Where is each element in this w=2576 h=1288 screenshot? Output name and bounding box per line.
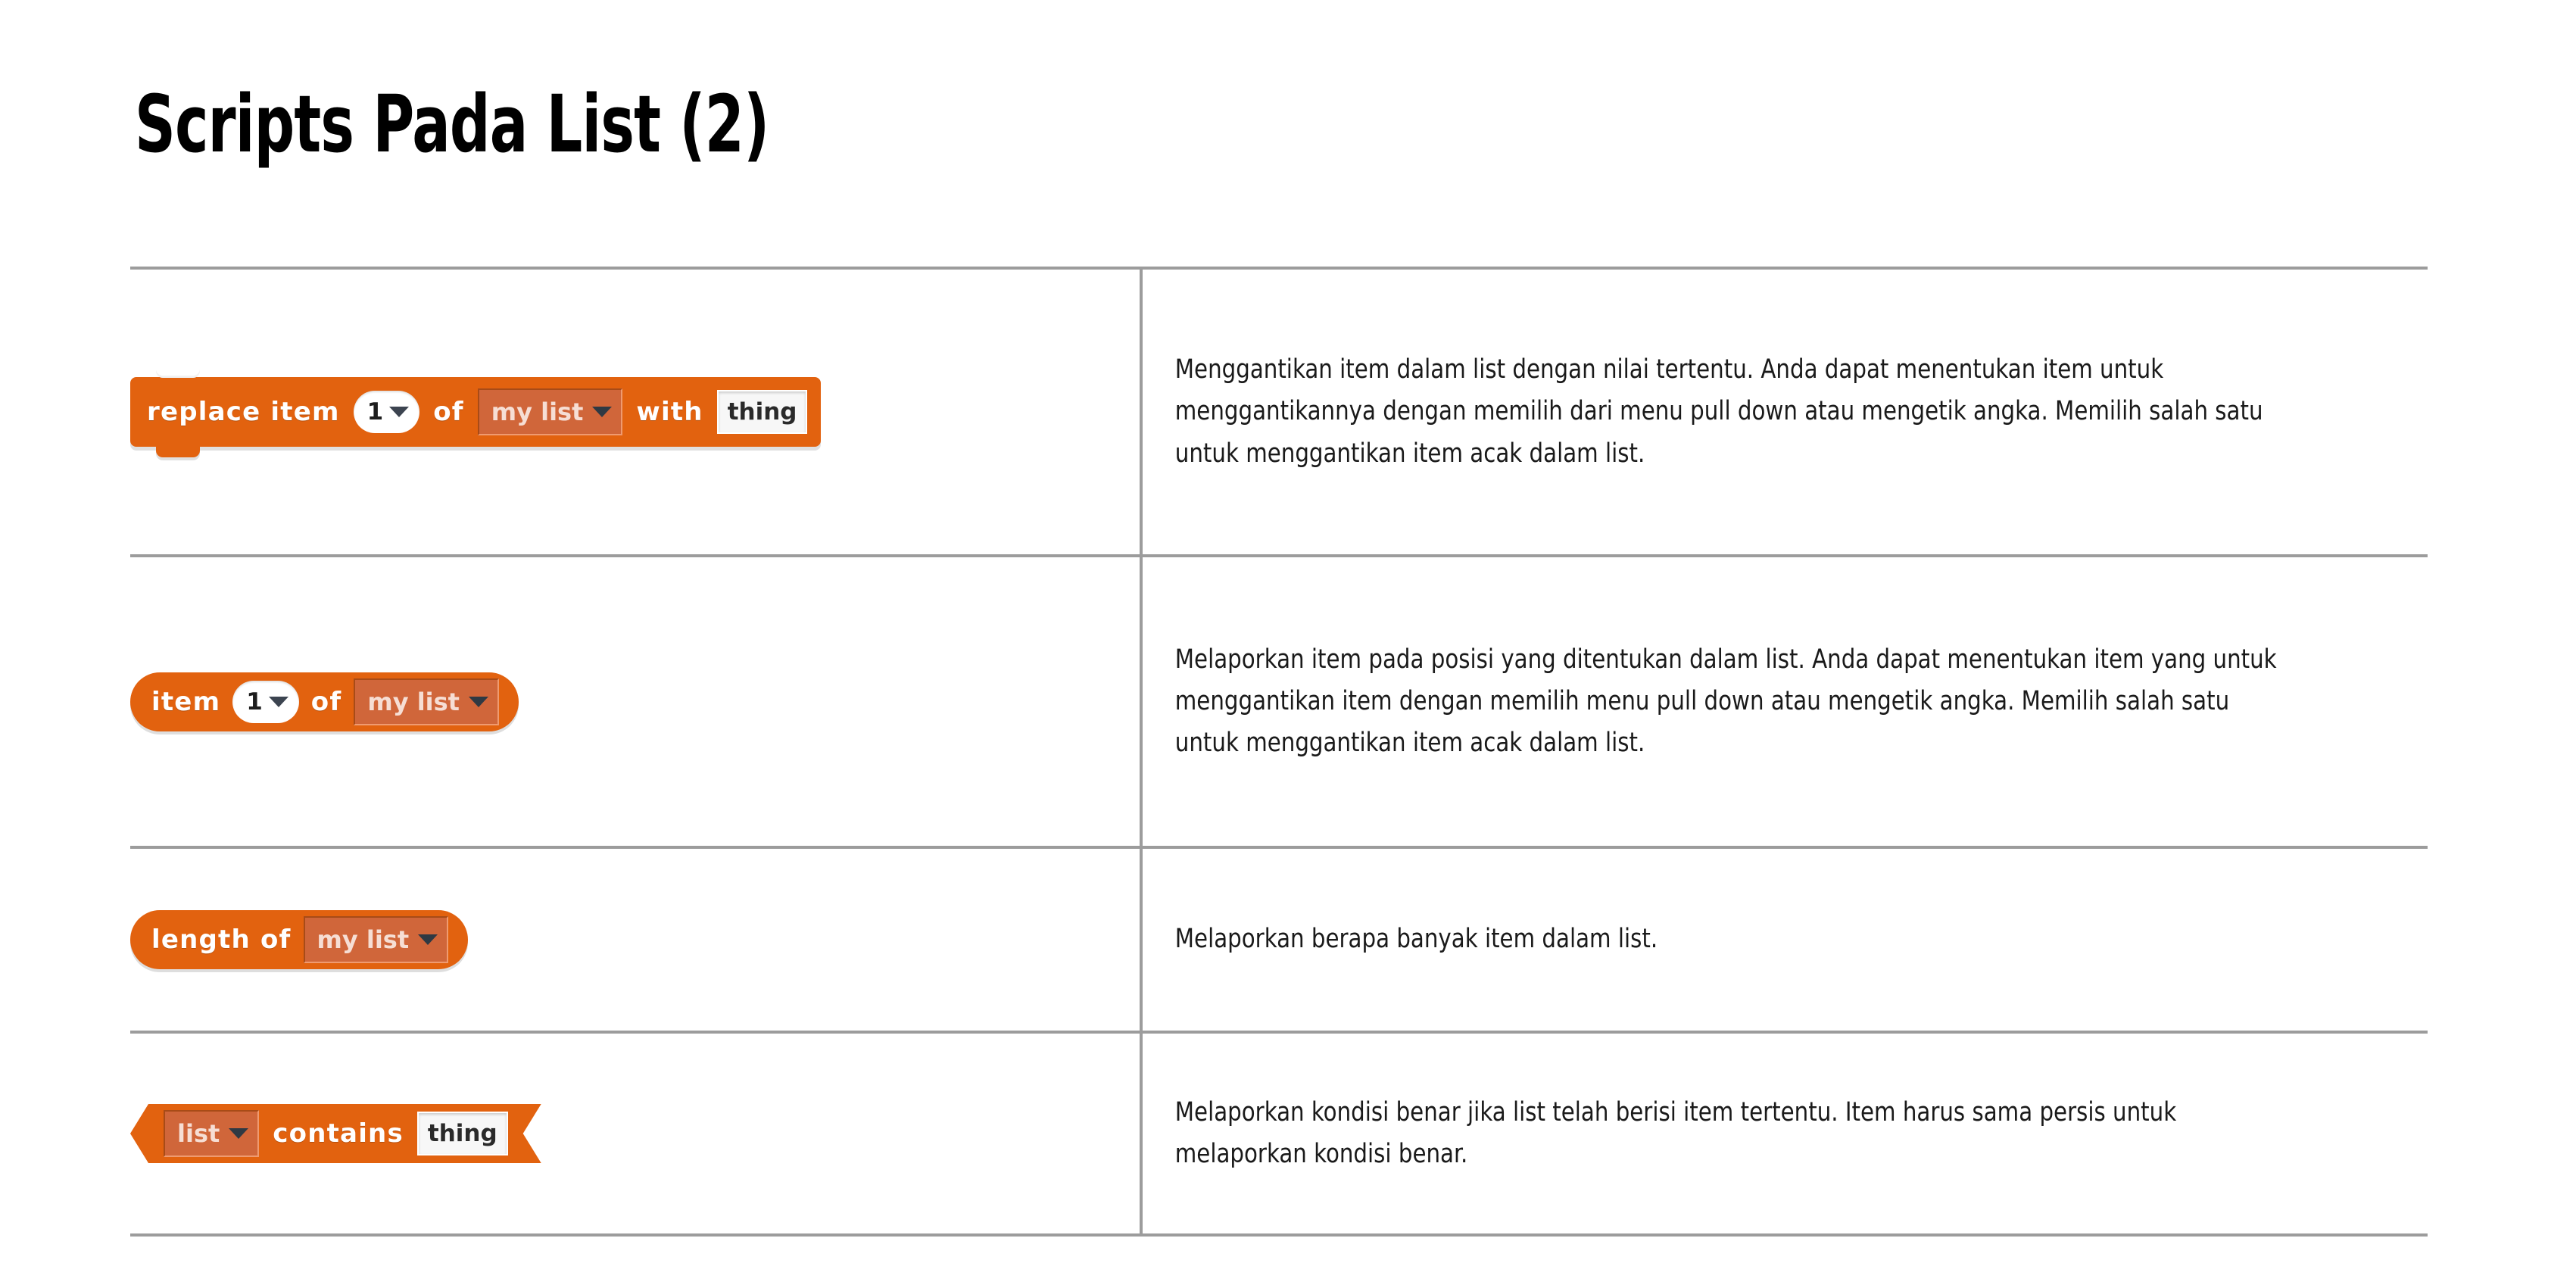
page-title: Scripts Pada List (2): [135, 78, 769, 170]
block-description: Melaporkan kondisi benar jika list telah…: [1174, 1096, 2177, 1169]
block-cell: replace item 1 of my list with thing: [130, 267, 1141, 556]
value-text-input[interactable]: thing: [416, 1112, 508, 1155]
block-cell: length of my list: [130, 846, 1141, 1032]
index-value: 1: [366, 398, 384, 426]
index-value: 1: [246, 688, 263, 716]
table-row: replace item 1 of my list with thing Men…: [130, 267, 2428, 556]
block-label: replace item: [147, 397, 340, 427]
block-cell: item 1 of my list: [130, 554, 1141, 847]
length-of-block[interactable]: length of my list: [130, 910, 469, 969]
replace-item-block[interactable]: replace item 1 of my list with thing: [130, 367, 822, 457]
list-dropdown[interactable]: my list: [477, 388, 623, 435]
description-cell: Melaporkan kondisi benar jika list telah…: [1140, 1031, 2428, 1237]
chevron-down-icon: [468, 696, 488, 707]
block-label: of: [310, 686, 342, 717]
block-label: of: [433, 397, 464, 427]
block-notch-bottom-icon: [156, 447, 200, 457]
table-row: list contains thing Melaporkan kondisi b…: [130, 1031, 2428, 1237]
description-cell: Melaporkan berapa banyak item dalam list…: [1140, 846, 2428, 1032]
list-dropdown[interactable]: list: [164, 1110, 260, 1157]
list-contains-block[interactable]: list contains thing: [130, 1104, 541, 1163]
chevron-down-icon: [268, 696, 288, 707]
block-description: Melaporkan item pada posisi yang ditentu…: [1174, 644, 2277, 759]
table-row: item 1 of my list Melaporkan item pada p…: [130, 554, 2428, 847]
list-dropdown[interactable]: my list: [303, 916, 449, 963]
block-description: Melaporkan berapa banyak item dalam list…: [1174, 924, 1658, 955]
table-row: length of my list Melaporkan berapa bany…: [130, 846, 2428, 1032]
description-cell: Melaporkan item pada posisi yang ditentu…: [1140, 554, 2428, 847]
item-of-block[interactable]: item 1 of my list: [130, 672, 519, 731]
list-dropdown-value: my list: [367, 687, 460, 716]
scratch-blocks-reference-table: replace item 1 of my list with thing Men…: [130, 267, 2428, 1237]
block-notch-top-icon: [156, 367, 200, 378]
block-label: length of: [151, 925, 292, 955]
list-dropdown-value: my list: [317, 925, 410, 954]
list-dropdown[interactable]: my list: [354, 678, 499, 725]
value-text-input[interactable]: thing: [716, 390, 808, 434]
block-cell: list contains thing: [130, 1031, 1141, 1237]
chevron-down-icon: [418, 934, 438, 945]
chevron-down-icon: [389, 407, 410, 417]
index-dropdown[interactable]: 1: [232, 680, 299, 723]
chevron-down-icon: [592, 407, 613, 417]
block-description: Menggantikan item dalam list dengan nila…: [1174, 354, 2263, 469]
block-label: contains: [273, 1118, 404, 1149]
block-label: item: [151, 686, 221, 717]
block-label: with: [636, 397, 703, 427]
list-dropdown-value: my list: [491, 398, 584, 426]
index-dropdown[interactable]: 1: [353, 391, 420, 433]
chevron-down-icon: [229, 1128, 249, 1139]
list-dropdown-value: list: [177, 1119, 220, 1148]
description-cell: Menggantikan item dalam list dengan nila…: [1140, 267, 2428, 556]
